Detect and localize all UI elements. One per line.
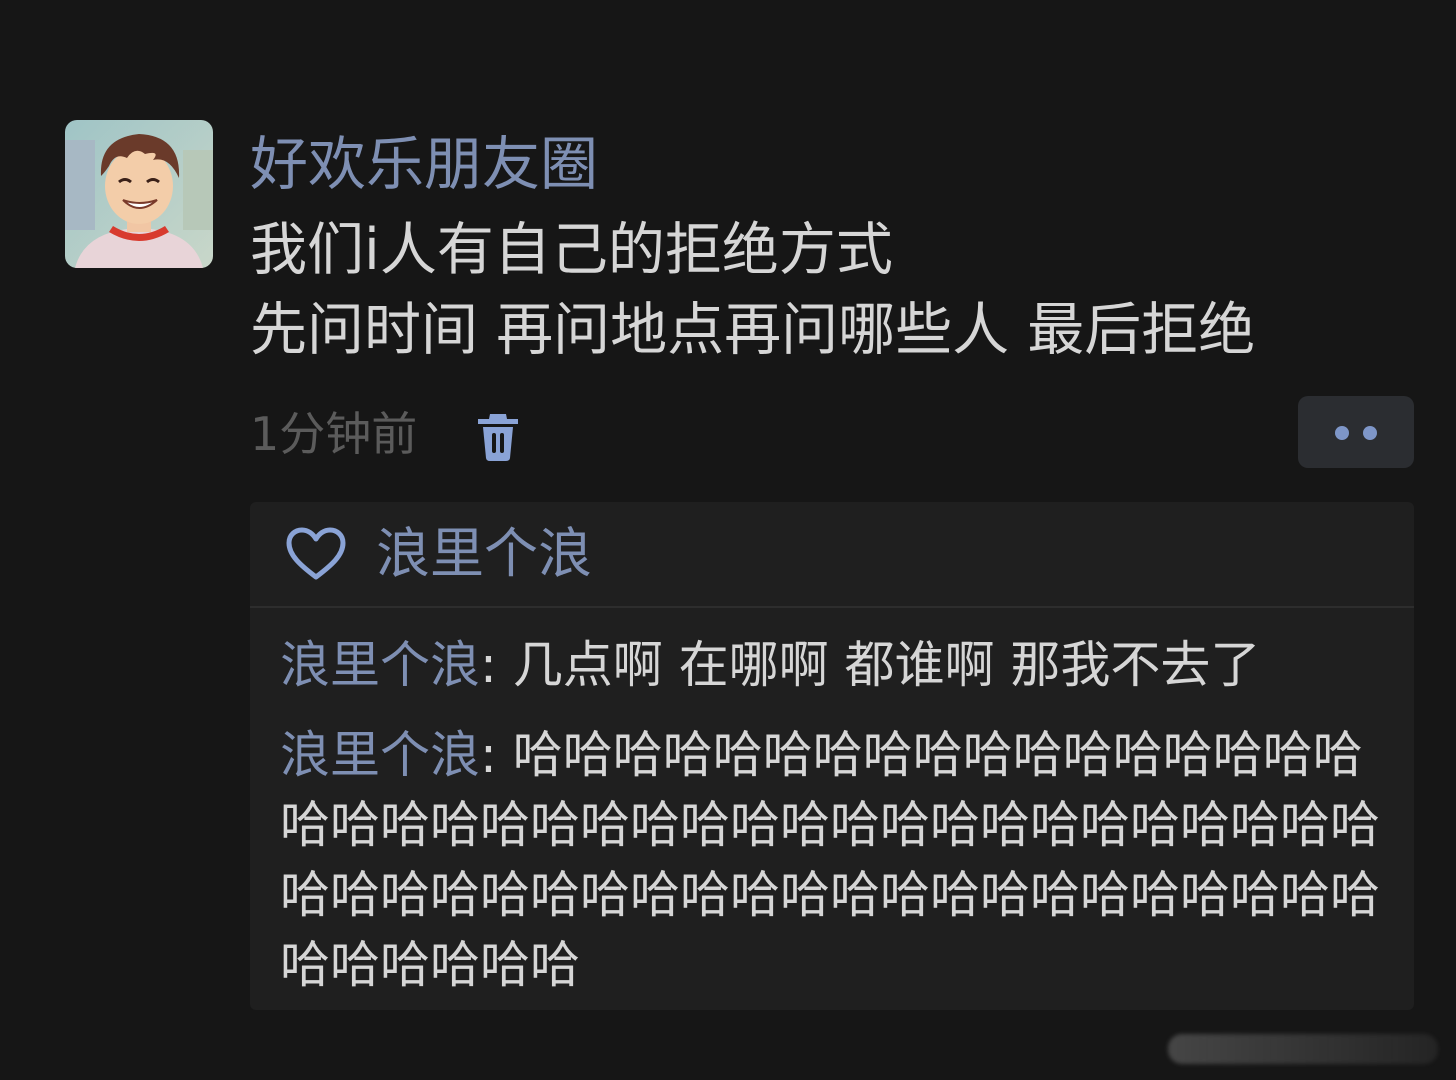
post-text-line-2: 先问时间 再问地点再问哪些人 最后拒绝 — [250, 297, 1256, 363]
author-name[interactable]: 好欢乐朋友圈 — [250, 126, 598, 202]
heart-icon — [284, 526, 348, 582]
trash-icon[interactable] — [474, 410, 522, 462]
comment-author[interactable]: 浪里个浪 — [280, 726, 480, 784]
comment-item[interactable]: 浪里个浪: 哈哈哈哈哈哈哈哈哈哈哈哈哈哈哈哈哈哈哈哈哈哈哈哈哈哈哈哈哈哈哈哈哈哈… — [280, 720, 1406, 1000]
comment-text: 几点啊 在哪啊 都谁啊 那我不去了 — [512, 636, 1261, 694]
more-dots-icon — [1363, 426, 1377, 440]
post-text-line-1: 我们i人有自己的拒绝方式 — [250, 217, 893, 283]
comment-author[interactable]: 浪里个浪 — [280, 636, 480, 694]
comment-item[interactable]: 浪里个浪: 几点啊 在哪啊 都谁啊 那我不去了 — [280, 630, 1406, 700]
avatar[interactable] — [65, 120, 213, 268]
interaction-panel: 浪里个浪 浪里个浪: 几点啊 在哪啊 都谁啊 那我不去了 浪里个浪: 哈哈哈哈哈… — [250, 502, 1414, 1010]
avatar-illustration — [65, 120, 213, 268]
moments-screen: 好欢乐朋友圈 我们i人有自己的拒绝方式 先问时间 再问地点再问哪些人 最后拒绝 … — [0, 0, 1456, 1080]
post-timestamp: 1分钟前 — [250, 407, 418, 461]
comment-separator: : — [480, 636, 513, 694]
more-button[interactable] — [1298, 396, 1414, 468]
more-dots-icon — [1335, 426, 1349, 440]
comment-separator: : — [480, 726, 513, 784]
watermark — [1168, 1034, 1438, 1064]
likes-row: 浪里个浪 — [250, 502, 1414, 608]
like-user-name[interactable]: 浪里个浪 — [376, 516, 592, 592]
